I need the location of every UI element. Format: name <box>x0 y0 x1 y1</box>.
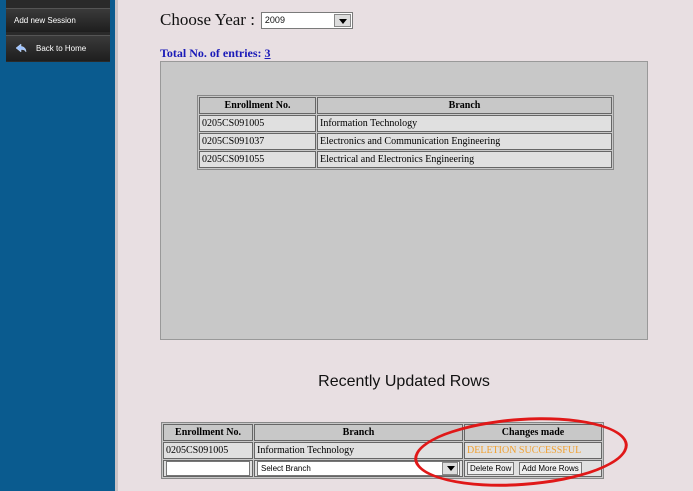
branch-cell: Electronics and Communication Engineerin… <box>317 133 612 150</box>
year-select-value: 2009 <box>264 14 285 25</box>
enrollment-cell: 0205CS091005 <box>199 115 316 132</box>
column-header: Changes made <box>464 424 602 441</box>
chevron-down-icon[interactable] <box>333 13 351 27</box>
year-select[interactable]: 2009 <box>260 11 353 29</box>
enrollment-cell: 0205CS091005 <box>163 442 253 459</box>
total-entries-count[interactable]: 3 <box>265 46 271 60</box>
branch-cell: Information Technology <box>317 115 612 132</box>
entries-table: Enrollment No. Branch 0205CS091005 Infor… <box>197 95 614 170</box>
sidebar-divider <box>115 0 118 491</box>
branch-select-cell: Select Branch <box>254 460 463 477</box>
branch-select[interactable]: Select Branch <box>257 461 460 476</box>
enrollment-cell: 0205CS091055 <box>199 151 316 168</box>
column-header: Enrollment No. <box>163 424 253 441</box>
input-row: Select Branch Delete Row Add More Rows <box>163 460 602 477</box>
add-more-rows-button[interactable]: Add More Rows <box>518 462 582 475</box>
enrollment-input-cell <box>163 460 253 477</box>
column-header: Branch <box>254 424 463 441</box>
back-to-home-label: Back to Home <box>36 44 87 53</box>
actions-cell: Delete Row Add More Rows <box>464 460 602 477</box>
table-header-row: Enrollment No. Branch Changes made <box>163 424 602 441</box>
table-row: 0205CS091055 Electrical and Electronics … <box>199 151 612 168</box>
column-header: Branch <box>317 97 612 114</box>
recently-updated-title: Recently Updated Rows <box>318 373 490 390</box>
back-arrow-icon <box>15 42 27 53</box>
choose-year-label: Choose Year : <box>160 10 255 29</box>
enrollment-input[interactable] <box>166 461 250 476</box>
recent-updates-table: Enrollment No. Branch Changes made 0205C… <box>161 422 604 479</box>
branch-cell: Electrical and Electronics Engineering <box>317 151 612 168</box>
enrollment-cell: 0205CS091037 <box>199 133 316 150</box>
column-header: Enrollment No. <box>199 97 316 114</box>
total-entries-label: Total No. of entries: <box>160 46 262 60</box>
add-new-session-label: Add new Session <box>14 16 76 25</box>
back-to-home-button[interactable]: Back to Home <box>6 35 110 61</box>
changes-made-cell: DELETION SUCCESSFUL <box>464 442 602 459</box>
total-entries: Total No. of entries: 3 <box>160 46 271 61</box>
add-new-session-button[interactable]: Add new Session <box>6 8 110 32</box>
table-row: 0205CS091005 Information Technology DELE… <box>163 442 602 459</box>
table-header-row: Enrollment No. Branch <box>199 97 612 114</box>
branch-select-value: Select Branch <box>261 464 311 473</box>
sidebar <box>0 0 117 491</box>
choose-year: Choose Year : 2009 <box>160 10 353 30</box>
chevron-down-icon[interactable] <box>442 462 458 475</box>
branch-cell: Information Technology <box>254 442 463 459</box>
table-row: 0205CS091037 Electronics and Communicati… <box>199 133 612 150</box>
delete-row-button[interactable]: Delete Row <box>467 462 515 475</box>
table-row: 0205CS091005 Information Technology <box>199 115 612 132</box>
